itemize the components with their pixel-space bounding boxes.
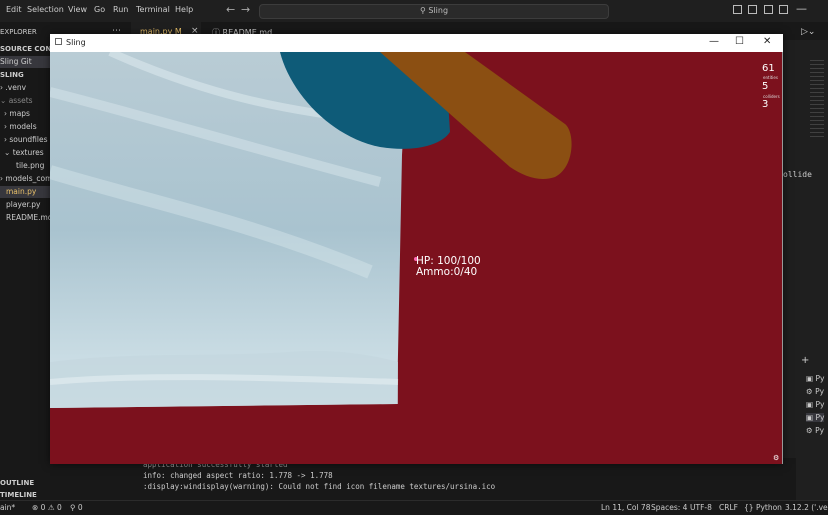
entities-label: entities	[763, 75, 778, 80]
terminal-list-item[interactable]: ▣ Py	[806, 400, 824, 409]
entities-counter: 5	[762, 81, 769, 92]
branch-status[interactable]: ain*	[0, 503, 15, 512]
menu-edit[interactable]: Edit	[6, 5, 22, 14]
menu-selection[interactable]: Selection	[27, 5, 64, 14]
chevron-right-icon: ›	[0, 83, 3, 92]
sling-window-title: Sling	[66, 38, 86, 47]
app-icon	[55, 38, 62, 45]
chevron-down-icon: ⌄	[0, 96, 7, 105]
outline-header[interactable]: OUTLINE	[0, 479, 34, 487]
toggle-sidebar-icon[interactable]	[733, 5, 742, 14]
window-minimize-icon[interactable]: —	[709, 36, 719, 47]
menu-run[interactable]: Run	[113, 5, 128, 14]
menu-view[interactable]: View	[68, 5, 87, 14]
chevron-right-icon: ›	[4, 109, 7, 118]
chevron-right-icon: ›	[0, 174, 3, 183]
settings-gear-icon[interactable]: ⚙	[773, 454, 779, 462]
cursor-position[interactable]: Ln 11, Col 78	[601, 503, 650, 512]
terminal-list-item[interactable]: ▣ Py	[806, 413, 825, 422]
problems-status[interactable]: ⊗ 0 ⚠ 0	[32, 503, 62, 512]
terminal-list-item[interactable]: ⚙ Py	[806, 387, 824, 396]
interpreter-status[interactable]: 3.12.2 ('.venv'	[785, 503, 828, 512]
window-maximize-icon[interactable]: ☐	[735, 36, 744, 47]
terminal-list-item[interactable]: ▣ Py	[806, 374, 824, 383]
chevron-right-icon: ›	[4, 135, 7, 144]
minimap[interactable]	[810, 60, 824, 140]
terminal-line: info: changed aspect ratio: 1.778 -> 1.7…	[143, 471, 333, 480]
terminal-line: :display:windisplay(warning): Could not …	[143, 482, 496, 491]
menu-terminal[interactable]: Terminal	[136, 5, 170, 14]
window-close-icon[interactable]: ✕	[763, 36, 771, 47]
new-terminal-icon[interactable]: +	[801, 355, 809, 366]
run-icon[interactable]: ▷⌄	[801, 27, 815, 37]
vscode-titlebar: Edit Selection View Go Run Terminal Help…	[0, 0, 828, 23]
indentation-status[interactable]: Spaces: 4	[651, 503, 687, 512]
colliders-counter: 3	[762, 99, 769, 110]
menu-go[interactable]: Go	[94, 5, 105, 14]
customize-layout-icon[interactable]	[779, 5, 788, 14]
chevron-right-icon: ›	[4, 122, 7, 131]
menu-help[interactable]: Help	[175, 5, 193, 14]
code-fragment: ollide	[783, 170, 812, 179]
terminal-list-item[interactable]: ⚙ Py	[806, 426, 824, 435]
back-arrow-icon[interactable]: ←	[226, 3, 235, 16]
toggle-panel-icon[interactable]	[748, 5, 757, 14]
encoding-status[interactable]: UTF-8	[690, 503, 712, 512]
search-label: ⚲ Sling	[419, 6, 449, 15]
eol-status[interactable]: CRLF	[719, 503, 738, 512]
sling-titlebar	[50, 34, 783, 52]
project-header[interactable]: SLING	[0, 71, 24, 79]
forward-arrow-icon[interactable]: →	[241, 3, 250, 16]
toggle-secondary-sidebar-icon[interactable]	[764, 5, 773, 14]
ammo-label: Ammo:0/40	[416, 266, 478, 278]
language-status[interactable]: {} Python	[744, 503, 782, 512]
fps-counter: 61	[762, 63, 775, 74]
timeline-header[interactable]: TIMELINE	[0, 491, 37, 499]
command-center-search[interactable]: ⚲ Sling	[259, 4, 609, 19]
chevron-down-icon: ⌄	[4, 148, 11, 157]
explorer-header: EXPLORER	[0, 28, 37, 36]
ports-status[interactable]: ⚲ 0	[70, 503, 83, 512]
minimize-icon[interactable]: —	[796, 2, 807, 15]
